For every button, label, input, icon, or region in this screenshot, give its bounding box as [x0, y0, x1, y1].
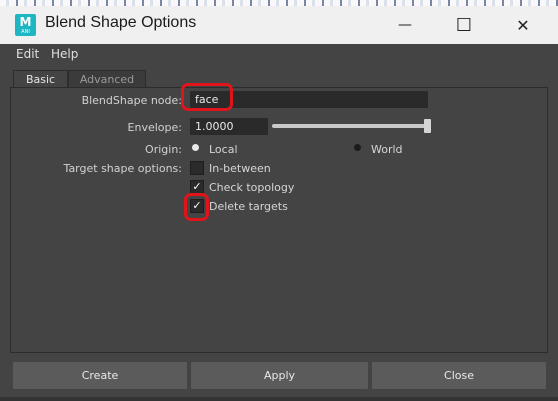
- menu-item-help[interactable]: Help: [51, 47, 78, 61]
- check-icon: ✓: [192, 180, 202, 193]
- blendshape-node-label: BlendShape node:: [81, 94, 182, 107]
- origin-world-label: World: [371, 143, 403, 156]
- create-button[interactable]: Create: [13, 362, 187, 389]
- check-topology-checkbox[interactable]: ✓: [190, 180, 204, 194]
- red-annotation-delete-targets: [184, 193, 209, 221]
- title-bar[interactable]: M ANI Blend Shape Options — ☐ ✕: [0, 0, 558, 44]
- origin-world-radio[interactable]: [354, 144, 361, 151]
- tab-basic[interactable]: Basic: [13, 70, 68, 88]
- in-between-label: In-between: [209, 162, 271, 175]
- app-icon-letter: M: [19, 15, 32, 29]
- envelope-slider-track[interactable]: [272, 124, 430, 128]
- menu-item-edit[interactable]: Edit: [16, 47, 39, 61]
- desktop-background-strip: [0, 0, 558, 6]
- window-title: Blend Shape Options: [45, 14, 197, 31]
- in-between-checkbox[interactable]: [190, 161, 204, 175]
- origin-local-radio[interactable]: [192, 144, 199, 151]
- app-icon-sub: ANI: [21, 29, 30, 35]
- close-icon: ✕: [516, 15, 530, 35]
- maximize-button[interactable]: ☐: [441, 10, 487, 40]
- envelope-label: Envelope:: [127, 121, 182, 134]
- window-bottom-edge: [0, 397, 558, 401]
- close-window-button[interactable]: ✕: [500, 10, 546, 40]
- target-shape-options-label: Target shape options:: [63, 162, 182, 175]
- red-annotation-node: [181, 83, 233, 111]
- envelope-input[interactable]: 1.0000: [190, 118, 268, 135]
- minimize-button[interactable]: —: [382, 10, 428, 40]
- origin-label: Origin:: [145, 143, 182, 156]
- tab-advanced[interactable]: Advanced: [68, 70, 146, 88]
- close-button[interactable]: Close: [372, 362, 546, 389]
- origin-local-label: Local: [209, 143, 238, 156]
- minimize-icon: —: [398, 17, 412, 33]
- maximize-icon: ☐: [455, 14, 473, 36]
- envelope-slider-handle[interactable]: [424, 119, 431, 133]
- delete-targets-label: Delete targets: [209, 200, 288, 213]
- menu-bar: Edit Help: [0, 44, 558, 66]
- check-topology-label: Check topology: [209, 181, 295, 194]
- maya-app-icon: M ANI: [15, 14, 36, 36]
- apply-button[interactable]: Apply: [191, 362, 368, 389]
